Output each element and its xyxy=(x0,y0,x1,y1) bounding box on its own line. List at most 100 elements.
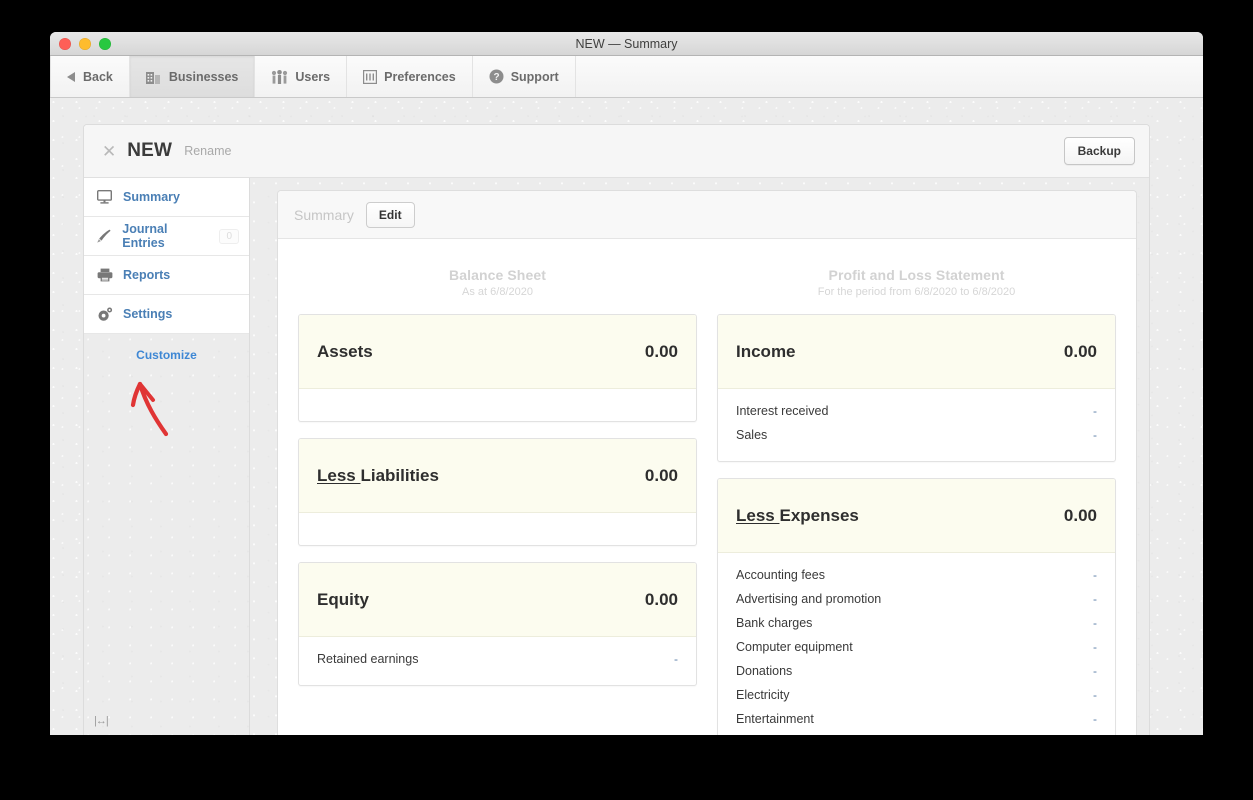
journal-entries-count-badge: 0 xyxy=(219,228,239,244)
sheet-row[interactable]: Entertainment - xyxy=(736,707,1097,731)
sidebar-resize-handle[interactable]: |↔| xyxy=(94,715,109,727)
assets-header: Assets 0.00 xyxy=(299,315,696,389)
toolbar-item-back[interactable]: Back xyxy=(50,56,130,97)
profit-loss-subtitle: For the period from 6/8/2020 to 6/8/2020 xyxy=(817,286,1016,298)
monitor-icon xyxy=(96,190,113,204)
back-triangle-icon xyxy=(67,71,76,82)
sidebar-footer: Customize |↔| xyxy=(84,334,249,735)
report-header: Summary Edit xyxy=(278,191,1136,239)
breadcrumb: Summary xyxy=(294,206,354,223)
liabilities-total: 0.00 xyxy=(644,465,678,485)
expenses-header: Less Expenses 0.00 xyxy=(718,479,1115,553)
liabilities-section: Less Liabilities 0.00 xyxy=(298,438,697,546)
sheet-row-label: Computer equipment xyxy=(736,640,853,654)
edit-button[interactable]: Edit xyxy=(365,201,415,228)
sheet-row-amount: - xyxy=(674,652,678,666)
sidebar: Summary Journal Entries 0 Reports Settin… xyxy=(84,178,250,735)
summary-report-card: Summary Edit Balance Sheet As at 6/8/202… xyxy=(277,190,1137,735)
sheet-row-amount: - xyxy=(1093,640,1097,654)
sidebar-item-reports-label: Reports xyxy=(123,268,171,282)
sidebar-item-journal-entries[interactable]: Journal Entries 0 xyxy=(84,217,249,256)
maximize-button[interactable] xyxy=(99,37,111,50)
sheet-row[interactable]: Bank charges - xyxy=(736,611,1097,635)
close-business-icon[interactable]: ✕ xyxy=(102,143,116,160)
printer-icon xyxy=(96,268,113,282)
assets-title: Assets xyxy=(317,341,373,361)
sheet-row-amount: - xyxy=(1093,428,1097,442)
sheet-row[interactable]: Interest received - xyxy=(736,399,1097,423)
assets-body xyxy=(299,389,696,421)
toolbar-item-support[interactable]: ? Support xyxy=(473,56,576,97)
liabilities-body xyxy=(299,513,696,545)
sheet-row[interactable]: Donations - xyxy=(736,659,1097,683)
sheet-row[interactable]: Electricity - xyxy=(736,683,1097,707)
close-button[interactable] xyxy=(59,37,71,50)
sheet-row[interactable]: Retained earnings - xyxy=(317,647,678,671)
sliders-icon xyxy=(363,69,378,84)
sheet-row-label: Electricity xyxy=(736,688,790,702)
customize-link[interactable]: Customize xyxy=(136,348,197,362)
gear-icon xyxy=(96,307,113,322)
income-section: Income 0.00 Interest received - Sales - xyxy=(717,314,1116,462)
sidebar-item-settings[interactable]: Settings xyxy=(84,295,249,334)
minimize-button[interactable] xyxy=(79,37,91,50)
rename-link[interactable]: Rename xyxy=(184,144,231,158)
toolbar-item-users-label: Users xyxy=(295,69,331,84)
equity-title: Equity xyxy=(317,589,369,609)
business-header: ✕ NEW Rename Backup xyxy=(84,125,1149,178)
title-bar: NEW — Summary xyxy=(50,32,1203,56)
liabilities-title: Less Liabilities xyxy=(317,466,439,486)
sheet-row-amount: - xyxy=(1093,404,1097,418)
toolbar-item-users[interactable]: Users xyxy=(255,56,348,97)
traffic-lights xyxy=(59,37,111,50)
liabilities-less-prefix: Less xyxy=(317,465,361,485)
sheet-row-label: Retained earnings xyxy=(317,652,419,666)
sidebar-item-summary[interactable]: Summary xyxy=(84,178,249,217)
sheet-row-label: Accounting fees xyxy=(736,568,825,582)
app-window: NEW — Summary Back Businesses Users Pref… xyxy=(50,32,1203,735)
business-panel: ✕ NEW Rename Backup Summary Journal Entr… xyxy=(83,124,1150,735)
pen-icon xyxy=(96,229,112,243)
toolbar-item-preferences-label: Preferences xyxy=(384,69,456,84)
sidebar-item-summary-label: Summary xyxy=(123,190,180,204)
sheet-row[interactable]: Accounting fees - xyxy=(736,563,1097,587)
panel-split: Summary Journal Entries 0 Reports Settin… xyxy=(84,178,1149,735)
question-circle-icon: ? xyxy=(489,69,504,84)
toolbar-item-support-label: Support xyxy=(510,69,559,84)
toolbar-item-back-label: Back xyxy=(83,69,113,84)
toolbar-item-businesses[interactable]: Businesses xyxy=(129,56,256,97)
page-background: ✕ NEW Rename Backup Summary Journal Entr… xyxy=(50,98,1203,735)
assets-total: 0.00 xyxy=(644,341,678,361)
business-name: NEW xyxy=(127,140,173,161)
balance-sheet-column: Balance Sheet As at 6/8/2020 Assets 0.00 xyxy=(298,267,697,735)
expenses-title-text: Expenses xyxy=(779,505,859,525)
sheet-row-amount: - xyxy=(1093,568,1097,582)
sheet-row[interactable]: Sales - xyxy=(736,423,1097,447)
sheet-row[interactable]: Computer equipment - xyxy=(736,635,1097,659)
backup-button[interactable]: Backup xyxy=(1063,137,1135,165)
sheet-row-amount: - xyxy=(1093,616,1097,630)
expenses-title: Less Expenses xyxy=(736,506,859,526)
expenses-less-prefix: Less xyxy=(736,505,780,525)
equity-total: 0.00 xyxy=(644,589,678,609)
main-content: Summary Edit Balance Sheet As at 6/8/202… xyxy=(250,178,1149,735)
statements-container: Balance Sheet As at 6/8/2020 Assets 0.00 xyxy=(278,239,1136,735)
main-toolbar: Back Businesses Users Preferences ? Supp… xyxy=(50,56,1203,98)
sidebar-item-journal-entries-label: Journal Entries xyxy=(122,222,168,250)
liabilities-header: Less Liabilities 0.00 xyxy=(299,439,696,513)
sheet-row-amount: - xyxy=(1093,592,1097,606)
sheet-row[interactable]: Advertising and promotion - xyxy=(736,587,1097,611)
toolbar-item-preferences[interactable]: Preferences xyxy=(347,56,473,97)
sheet-row-label: Entertainment xyxy=(736,712,814,726)
expenses-body: Accounting fees - Advertising and promotio… xyxy=(718,553,1115,735)
annotation-arrow-icon xyxy=(130,381,169,437)
sidebar-item-reports[interactable]: Reports xyxy=(84,256,249,295)
svg-text:?: ? xyxy=(493,72,499,83)
balance-sheet-subtitle: As at 6/8/2020 xyxy=(462,286,533,298)
equity-section: Equity 0.00 Retained earnings - xyxy=(298,562,697,686)
sidebar-item-settings-label: Settings xyxy=(123,307,173,321)
income-title: Income xyxy=(736,341,796,361)
sheet-row-label: Interest received xyxy=(736,404,829,418)
liabilities-title-text: Liabilities xyxy=(360,465,439,485)
equity-body: Retained earnings - xyxy=(299,637,696,685)
